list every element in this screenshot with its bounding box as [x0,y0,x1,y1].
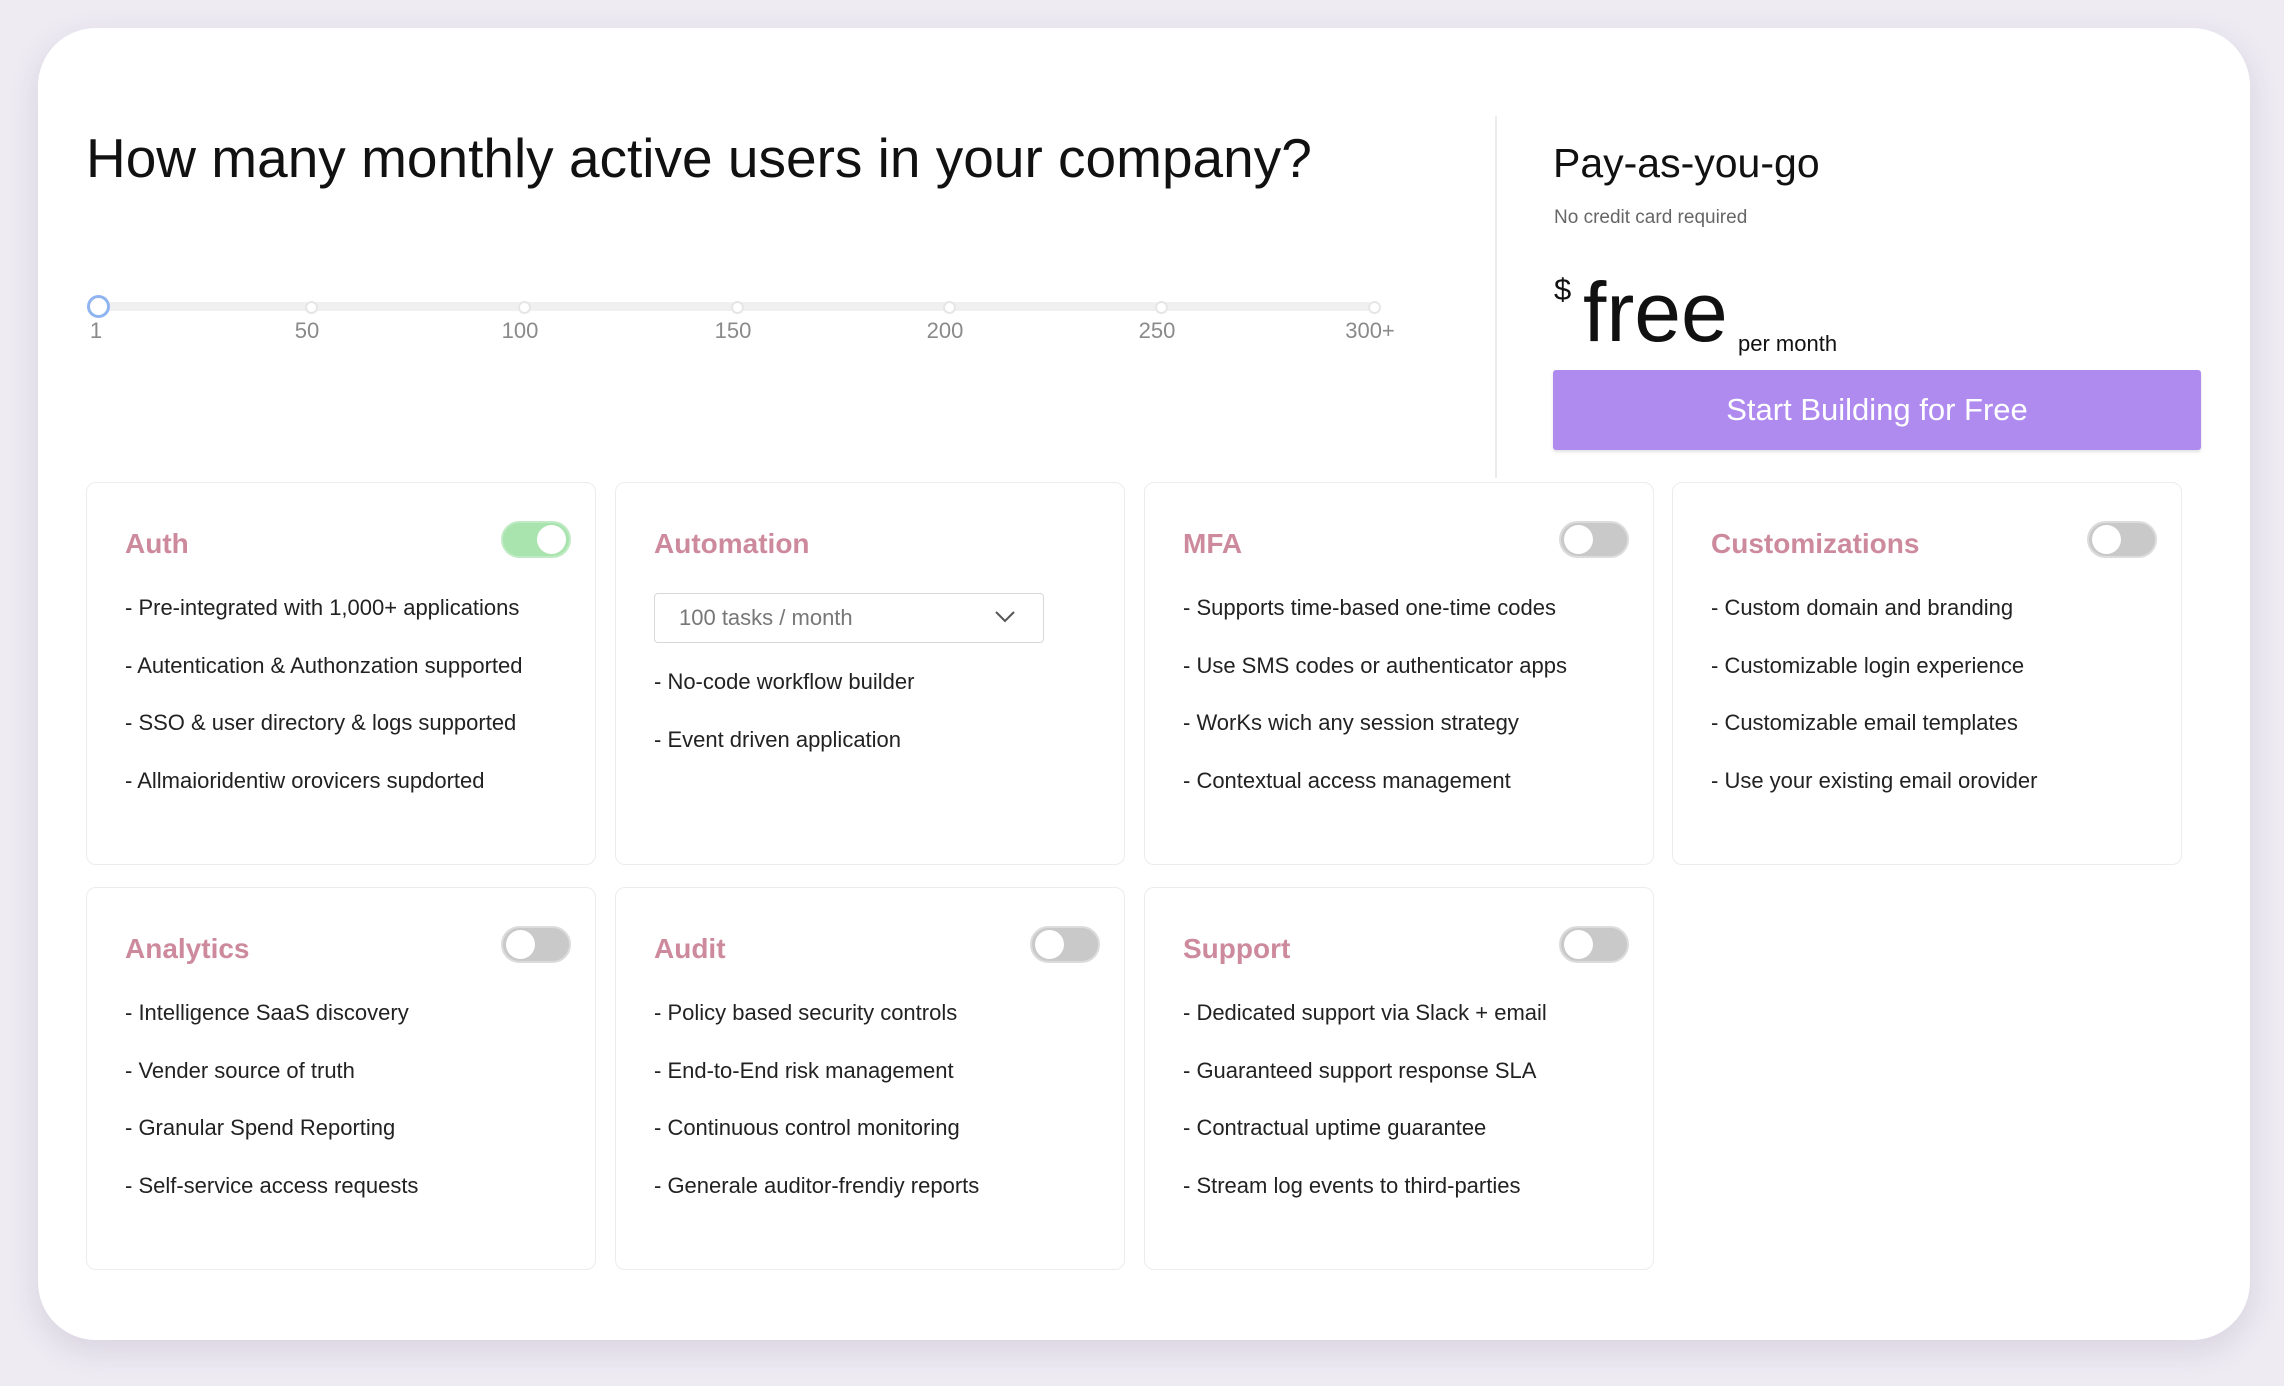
feature-list: - Supports time-based one-time codes - U… [1183,595,1567,825]
list-item: - Custom domain and branding [1711,595,2014,620]
list-item: - WorKs wich any session strategy [1183,710,1519,735]
feature-title: Analytics [125,933,250,964]
slider-step-marker [518,301,531,314]
list-item: - Event driven application [654,726,902,752]
feature-list: - No-code workflow builder - Event drive… [654,669,914,784]
feature-list: - Intelligence SaaS discovery - Vender s… [125,1000,418,1230]
list-item: - Continuous control monitoring [654,1115,960,1140]
slider-step-marker [731,301,744,314]
toggle-knob [1564,525,1593,554]
feature-card-automation: Automation 100 tasks / month - No-code w… [615,482,1125,865]
list-item: - Guaranteed support response SLA [1183,1057,1537,1083]
feature-card-support: Support - Dedicated support via Slack + … [1144,887,1654,1270]
feature-title: Automation [654,528,810,559]
slider-tick-label: 150 [714,318,752,343]
list-item: - Granular Spend Reporting [125,1115,396,1140]
select-value: 100 tasks / month [679,605,853,630]
list-item: - Pre-integrated with 1,000+ application… [125,595,520,620]
feature-toggle[interactable] [1559,521,1629,558]
toggle-knob [537,525,566,554]
slider-handle[interactable] [87,295,110,318]
slider-tick-label: 100 [501,318,539,343]
list-item: - Stream log events to third-parties [1183,1172,1521,1198]
slider-step-marker [305,301,318,314]
list-item: - No-code workflow builder [654,669,915,694]
feature-list: - Custom domain and branding - Customiza… [1711,595,2037,825]
toggle-knob [1564,930,1593,959]
plan-title: Pay-as-you-go [1553,140,1820,186]
currency-symbol: $ [1554,272,1572,307]
feature-title: Support [1183,933,1291,964]
list-item: - Customizable email templates [1711,710,2018,735]
list-item: - Contextual access management [1183,767,1511,793]
feature-card-auth: Auth - Pre-integrated with 1,000+ applic… [86,482,596,865]
chevron-down-icon [995,611,1015,623]
slider-tick-label: 250 [1138,318,1176,343]
list-item: - Vender source of truth [125,1057,355,1083]
feature-title: Audit [654,933,726,964]
slider-tick-label: 1 [89,318,103,343]
list-item: - Supports time-based one-time codes [1183,595,1556,620]
list-item: - Dedicated support via Slack + email [1183,1000,1547,1025]
price-period: per month [1738,331,1838,356]
tasks-select[interactable]: 100 tasks / month [654,593,1044,643]
list-item: - Autentication & Authonzation supported [125,652,523,678]
slider-tick-label: 50 [294,318,320,343]
feature-toggle[interactable] [501,521,571,558]
feature-title: Customizations [1711,528,1920,559]
feature-card-customizations: Customizations - Custom domain and brand… [1672,482,2182,865]
list-item: - Use your existing email orovider [1711,767,2038,793]
list-item: - Contractual uptime guarantee [1183,1115,1487,1140]
slider-step-marker [1368,301,1381,314]
slider-step-marker [943,301,956,314]
plan-price: free [1583,265,1728,359]
start-building-button[interactable]: Start Building for Free [1553,370,2201,450]
list-item: - Self-service access requests [125,1172,419,1198]
toggle-knob [1035,930,1064,959]
toggle-knob [506,930,535,959]
plan-subtitle: No credit card required [1554,207,1748,228]
toggle-knob [2092,525,2121,554]
list-item: - SSO & user directory & logs supported [125,710,517,735]
slider-step-marker [1155,301,1168,314]
list-item: - End-to-End risk management [654,1057,954,1083]
page-title: How many monthly active users in your co… [86,127,1312,189]
users-slider[interactable]: 1 50 100 150 200 250 300+ [86,268,1426,348]
feature-toggle[interactable] [1559,926,1629,963]
feature-title: MFA [1183,528,1243,559]
feature-list: - Pre-integrated with 1,000+ application… [125,595,523,825]
feature-list: - Policy based security controls - End-t… [654,1000,979,1230]
list-item: - Allmaioridentiw orovicers supdorted [125,767,485,793]
list-item: - Policy based security controls [654,1000,958,1025]
slider-tick-label: 200 [926,318,964,343]
list-item: - Generale auditor-frendiy reports [654,1172,980,1198]
feature-card-mfa: MFA - Supports time-based one-time codes… [1144,482,1654,865]
list-item: - Customizable login experience [1711,652,2025,678]
feature-toggle[interactable] [2087,521,2157,558]
slider-tick-label: 300+ [1345,318,1395,343]
feature-title: Auth [125,528,189,559]
divider [1495,116,1497,478]
feature-toggle[interactable] [501,926,571,963]
feature-list: - Dedicated support via Slack + email - … [1183,1000,1547,1230]
feature-card-analytics: Analytics - Intelligence SaaS discovery … [86,887,596,1270]
list-item: - Intelligence SaaS discovery [125,1000,409,1025]
feature-toggle[interactable] [1030,926,1100,963]
feature-card-audit: Audit - Policy based security controls -… [615,887,1125,1270]
pricing-card: How many monthly active users in your co… [38,28,2250,1340]
list-item: - Use SMS codes or authenticator apps [1183,652,1567,678]
